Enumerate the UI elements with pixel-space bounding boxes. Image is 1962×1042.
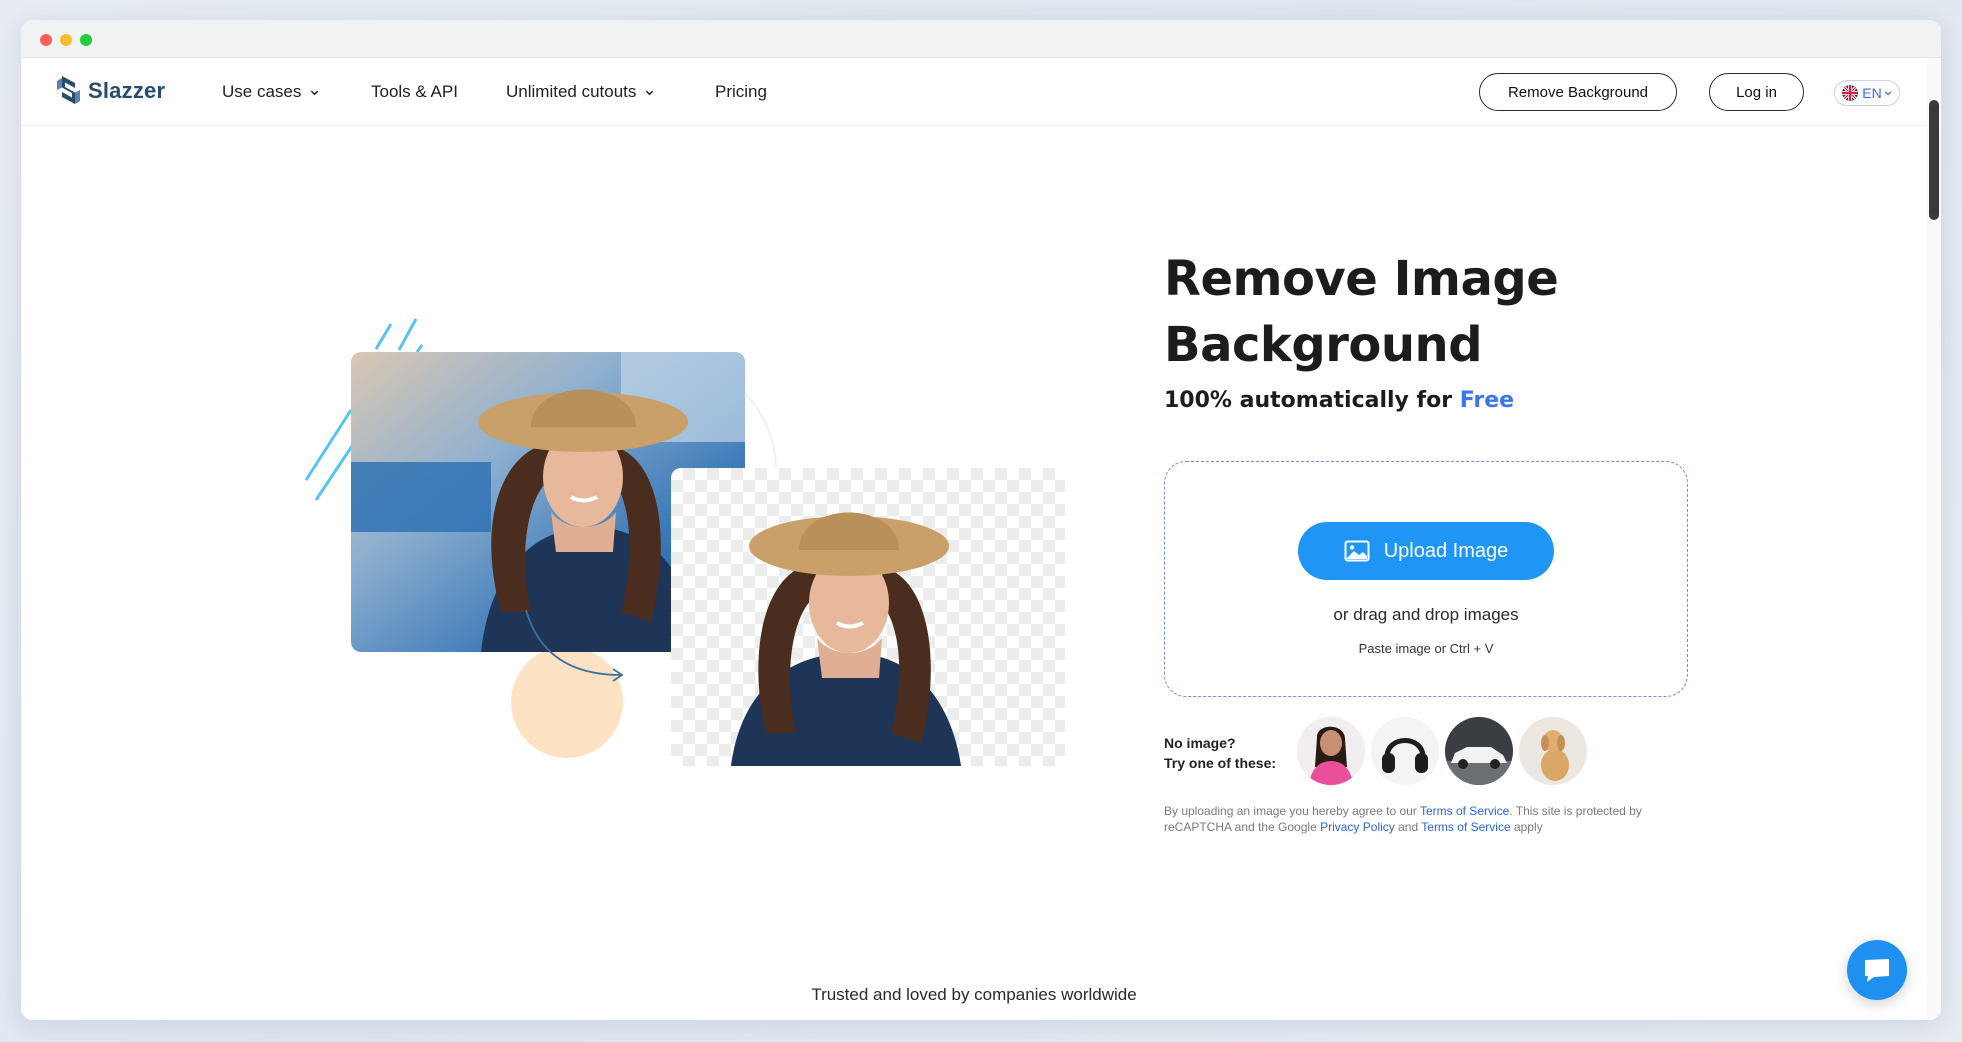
drag-drop-text: or drag and drop images [1333, 605, 1519, 624]
page-title: Remove Image Background [1164, 246, 1724, 378]
brand-logo[interactable]: Slazzer [53, 74, 165, 108]
terms-of-service-link[interactable]: Terms of Service [1420, 804, 1509, 818]
sample-car[interactable] [1445, 717, 1513, 785]
nav-use-cases[interactable]: Use cases [222, 82, 319, 102]
browser-window: Slazzer Use cases Tools & API Unlimited … [21, 20, 1941, 1020]
headphones-sample-thumbnail [1371, 717, 1439, 785]
upload-dropzone[interactable]: Upload Image or drag and drop images Pas… [1164, 461, 1688, 697]
page-scrollbar[interactable] [1927, 58, 1941, 1020]
nav-pricing[interactable]: Pricing [715, 82, 767, 102]
language-label: EN [1862, 85, 1882, 101]
nav-unlimited-cutouts-label: Unlimited cutouts [506, 82, 637, 101]
privacy-policy-link[interactable]: Privacy Policy [1320, 820, 1395, 834]
terms-disclaimer: By uploading an image you hereby agree t… [1164, 803, 1694, 835]
remove-background-button[interactable]: Remove Background [1479, 73, 1677, 111]
chat-icon [1865, 959, 1889, 982]
hero-subtitle: 100% automatically for Free [1164, 388, 1514, 413]
chevron-down-icon [646, 90, 654, 95]
window-titlebar [21, 20, 1941, 58]
woman-sample-thumbnail [1297, 717, 1365, 785]
disclaimer-text-1: By uploading an image you hereby agree t… [1164, 804, 1420, 818]
brand-name: Slazzer [88, 78, 166, 103]
image-icon [1344, 540, 1370, 562]
sample-prompt: No image? Try one of these: [1164, 733, 1276, 773]
google-terms-link[interactable]: Terms of Service [1421, 820, 1510, 834]
sample-prompt-line2: Try one of these: [1164, 755, 1277, 771]
curved-arrow-icon [525, 609, 624, 682]
nav-pricing-label: Pricing [715, 82, 767, 101]
nav-unlimited-cutouts[interactable]: Unlimited cutouts [506, 82, 654, 102]
nav-tools-api-label: Tools & API [371, 82, 458, 101]
paste-hint: Paste image or Ctrl + V [1358, 641, 1494, 656]
chevron-down-icon [1884, 91, 1891, 96]
hero-illustration [281, 290, 1081, 790]
minimize-window-button[interactable] [60, 34, 72, 46]
close-window-button[interactable] [40, 34, 52, 46]
car-sample-thumbnail [1445, 717, 1513, 785]
scrollbar-thumb[interactable] [1929, 100, 1939, 220]
sample-prompt-line1: No image? [1164, 735, 1236, 751]
upload-image-label: Upload Image [1383, 539, 1509, 562]
hero-subtitle-text: 100% automatically for [1164, 388, 1460, 413]
top-navbar: Slazzer Use cases Tools & API Unlimited … [21, 58, 1927, 126]
chat-widget-button[interactable] [1847, 940, 1907, 1000]
sample-woman[interactable] [1297, 717, 1365, 785]
disclaimer-text-3: and [1394, 820, 1422, 834]
page-title-line1: Remove Image [1164, 251, 1559, 307]
disclaimer-text-4: apply [1510, 820, 1543, 834]
trusted-by-heading: Trusted and loved by companies worldwide [811, 985, 1137, 1004]
language-selector[interactable]: EN [1834, 80, 1900, 106]
sample-dog[interactable] [1519, 717, 1587, 785]
free-highlight: Free [1459, 388, 1515, 413]
maximize-window-button[interactable] [80, 34, 92, 46]
dog-sample-thumbnail [1519, 717, 1587, 785]
nav-tools-api[interactable]: Tools & API [371, 82, 458, 102]
nav-use-cases-label: Use cases [222, 82, 302, 101]
chevron-down-icon [311, 90, 319, 95]
login-button[interactable]: Log in [1709, 73, 1804, 111]
page-title-line2: Background [1164, 317, 1483, 373]
slazzer-logo-icon [57, 76, 80, 104]
sample-headphones[interactable] [1371, 717, 1439, 785]
upload-image-button[interactable]: Upload Image [1298, 522, 1554, 580]
uk-flag-icon [1842, 85, 1859, 101]
